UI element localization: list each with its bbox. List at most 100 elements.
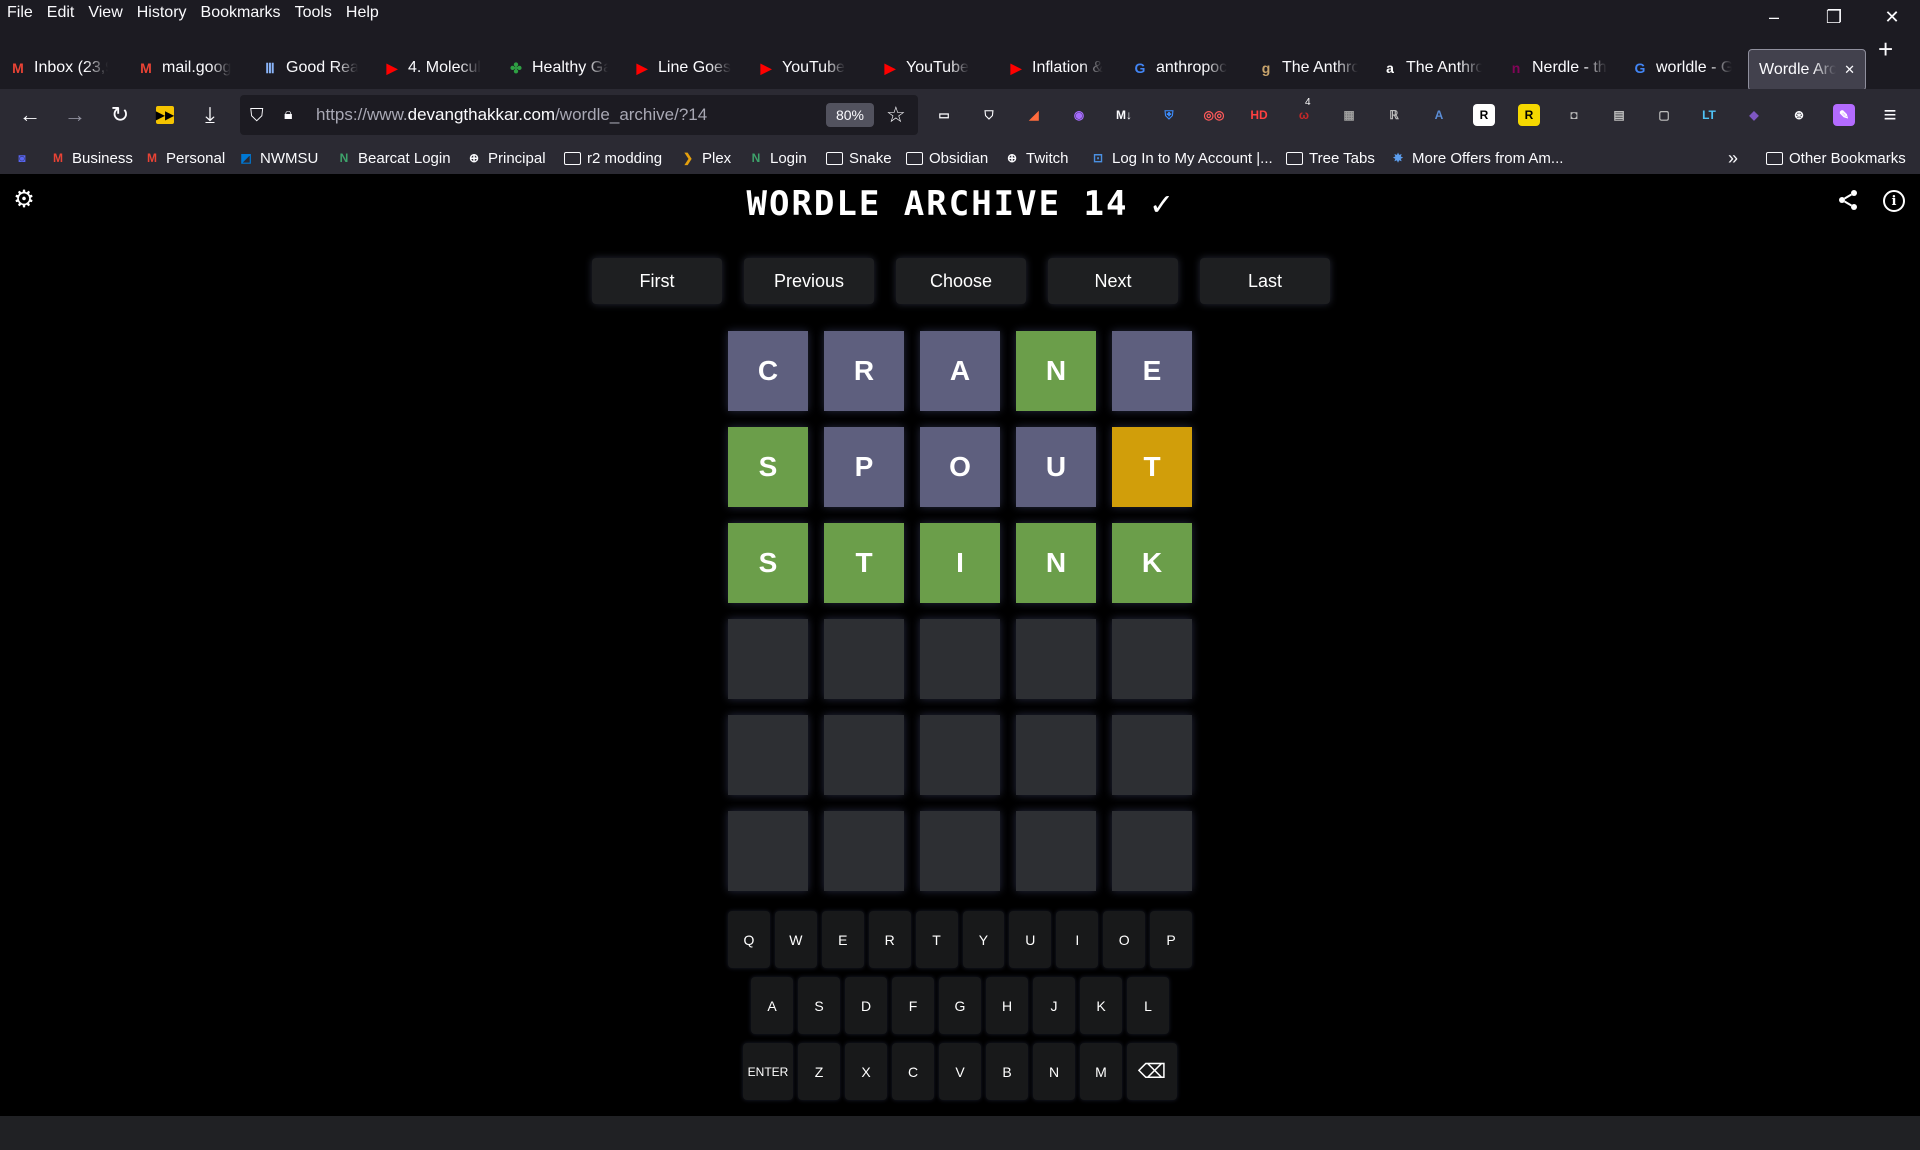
r-yellow-icon[interactable]: R (1518, 104, 1540, 126)
key-o[interactable]: O (1103, 911, 1146, 968)
menu-view[interactable]: View (81, 0, 129, 25)
downloads-button[interactable]: ⤓ (196, 101, 224, 129)
browser-tab[interactable]: ✤ Healthy Ga (508, 49, 608, 87)
key-x[interactable]: X (845, 1043, 887, 1100)
zoom-indicator[interactable]: 80% (826, 103, 874, 127)
next-button[interactable]: Next (1048, 258, 1178, 304)
lock-icon[interactable]: 🔒︎ (284, 106, 293, 124)
bitwarden-icon[interactable]: ⛨ (1158, 104, 1180, 126)
bookmark-item[interactable]: ◙ (14, 147, 30, 169)
calendar-icon[interactable]: ▦ (1338, 104, 1360, 126)
browser-tab[interactable]: ▶ Inflation & (1008, 49, 1108, 87)
enter-key[interactable]: ENTER (743, 1043, 793, 1100)
screenshot-icon[interactable]: ◘ (1563, 104, 1585, 126)
menu-file[interactable]: File (0, 0, 40, 25)
menu-bookmarks[interactable]: Bookmarks (194, 0, 288, 25)
key-z[interactable]: Z (798, 1043, 840, 1100)
key-w[interactable]: W (774, 911, 817, 968)
key-v[interactable]: V (939, 1043, 981, 1100)
choose-button[interactable]: Choose (896, 258, 1026, 304)
first-button[interactable]: First (592, 258, 722, 304)
shield-icon[interactable]: ⛉ (250, 105, 264, 126)
key-b[interactable]: B (986, 1043, 1028, 1100)
reader-view-icon[interactable]: ▭ (933, 104, 955, 126)
pocket-icon[interactable]: ⛉ (978, 104, 1000, 126)
url-bar[interactable]: ⛉ 🔒︎ https://www.devangthakkar.com/wordl… (240, 95, 918, 135)
glasses-icon[interactable]: ◎◎ (1203, 104, 1225, 126)
browser-tab[interactable]: M Inbox (23,9 (10, 49, 108, 87)
key-t[interactable]: T (915, 911, 958, 968)
key-u[interactable]: U (1009, 911, 1052, 968)
bookmark-star-icon[interactable]: ☆ (886, 102, 906, 128)
browser-tab[interactable]: ▶ YouTube (758, 49, 846, 87)
media-extension-button[interactable]: ▶▶ (151, 101, 179, 129)
notes-ext-icon[interactable]: ✎ (1833, 104, 1855, 126)
bookmark-item[interactable]: r2 modding (564, 147, 662, 169)
bookmark-item[interactable]: ⊡ Log In to My Account |... (1090, 147, 1273, 169)
key-e[interactable]: E (821, 911, 864, 968)
browser-tab[interactable]: ▶ 4. Molecul (384, 49, 484, 87)
browser-tab[interactable]: Wordle Arch ✕ (1748, 49, 1866, 91)
other-bookmarks-folder[interactable]: Other Bookmarks (1766, 147, 1906, 169)
key-d[interactable]: D (845, 977, 887, 1034)
bookmark-item[interactable]: M Personal (144, 147, 225, 169)
url-text[interactable]: https://www.devangthakkar.com/wordle_arc… (316, 105, 707, 125)
comment-icon[interactable]: ▢ (1653, 104, 1675, 126)
key-n[interactable]: N (1033, 1043, 1075, 1100)
browser-tab[interactable]: ▶ Line Goes (634, 49, 734, 87)
app-menu-button[interactable]: ≡ (1876, 101, 1904, 129)
key-l[interactable]: L (1127, 977, 1169, 1034)
key-h[interactable]: H (986, 977, 1028, 1034)
new-tab-button[interactable]: + (1878, 36, 1893, 62)
close-tab-icon[interactable]: ✕ (1844, 62, 1855, 78)
key-q[interactable]: Q (727, 911, 770, 968)
key-m[interactable]: M (1080, 1043, 1122, 1100)
bookmark-item[interactable]: Obsidian (906, 147, 988, 169)
key-a[interactable]: A (751, 977, 793, 1034)
document-icon[interactable]: ▤ (1608, 104, 1630, 126)
menu-help[interactable]: Help (339, 0, 386, 25)
menu-edit[interactable]: Edit (40, 0, 82, 25)
menu-history[interactable]: History (130, 0, 194, 25)
ublock-icon[interactable]: ω (1293, 104, 1315, 126)
backspace-key[interactable]: ⌫ (1127, 1043, 1177, 1100)
menu-tools[interactable]: Tools (288, 0, 339, 25)
key-f[interactable]: F (892, 977, 934, 1034)
bookmark-item[interactable]: ⊕ Principal (466, 147, 546, 169)
key-k[interactable]: K (1080, 977, 1122, 1034)
share-icon[interactable] (1836, 188, 1860, 212)
browser-tab[interactable]: Mmail.goog (138, 49, 234, 87)
browser-tab[interactable]: g The Anthro (1258, 49, 1358, 87)
r-white-icon[interactable]: R (1473, 104, 1495, 126)
markdown-icon[interactable]: M↓ (1113, 104, 1135, 126)
key-y[interactable]: Y (962, 911, 1005, 968)
bookmarks-overflow-button[interactable]: » (1728, 147, 1738, 169)
bookmark-item[interactable]: ◩ NWMSU (238, 147, 318, 169)
hd-icon[interactable]: HD (1248, 104, 1270, 126)
bookmark-item[interactable]: ✸ More Offers from Am... (1390, 147, 1563, 169)
browser-tab[interactable]: Ganthropoc (1132, 49, 1232, 87)
bookmark-item[interactable]: M Business (50, 147, 133, 169)
bookmark-item[interactable]: Tree Tabs (1286, 147, 1375, 169)
browser-tab[interactable]: a The Anthro (1382, 49, 1482, 87)
forward-button[interactable]: → (61, 101, 89, 129)
last-button[interactable]: Last (1200, 258, 1330, 304)
extension-grey-icon[interactable]: ℝ (1383, 104, 1405, 126)
browser-tab[interactable]: Ⅲ Good Rea (262, 49, 358, 87)
previous-button[interactable]: Previous (744, 258, 874, 304)
settings-ext-icon[interactable]: ⊛ (1788, 104, 1810, 126)
key-j[interactable]: J (1033, 977, 1075, 1034)
back-button[interactable]: ← (16, 101, 44, 129)
key-r[interactable]: R (868, 911, 911, 968)
bookmark-item[interactable]: Snake (826, 147, 892, 169)
translate-icon[interactable]: A (1428, 104, 1450, 126)
purple-extension-icon[interactable]: ◆ (1743, 104, 1765, 126)
key-c[interactable]: C (892, 1043, 934, 1100)
key-p[interactable]: P (1150, 911, 1193, 968)
extension-purple-icon[interactable]: ◉ (1068, 104, 1090, 126)
bookmark-item[interactable]: ❯ Plex (680, 147, 731, 169)
reload-button[interactable]: ↻ (106, 101, 134, 129)
bookmark-item[interactable]: N Bearcat Login (336, 147, 451, 169)
key-s[interactable]: S (798, 977, 840, 1034)
browser-tab[interactable]: Gworldle - G (1632, 49, 1732, 87)
